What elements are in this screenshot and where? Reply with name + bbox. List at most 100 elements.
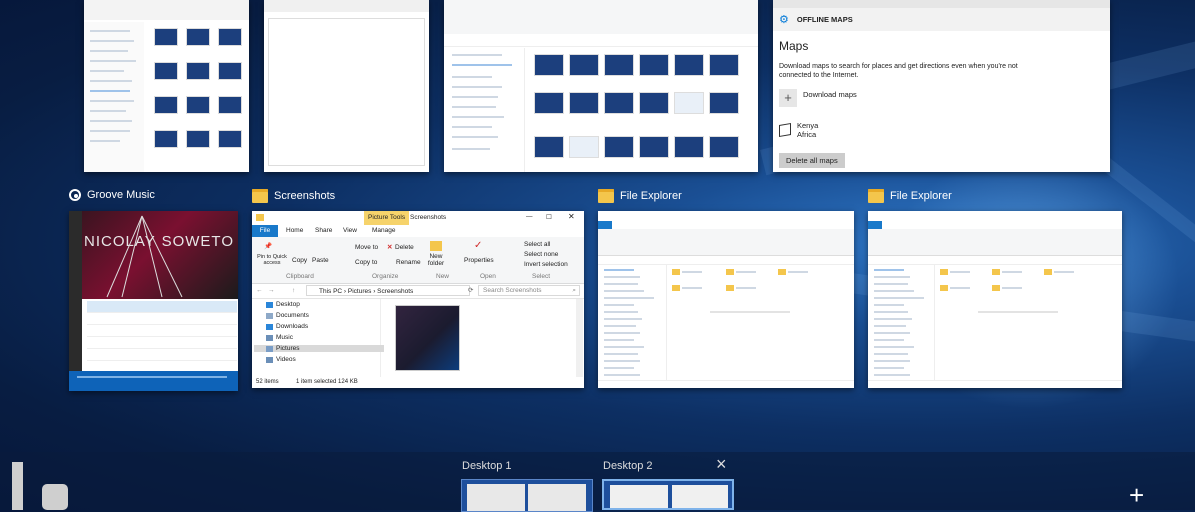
window-thumbnail-groove-music[interactable]: NICOLAY SOWETO bbox=[69, 211, 238, 391]
delete-button[interactable]: Delete bbox=[395, 244, 414, 251]
select-all-button[interactable]: Select all bbox=[524, 241, 550, 248]
nav-label: Videos bbox=[276, 356, 296, 363]
tab-share[interactable]: Share bbox=[315, 227, 332, 234]
list-item[interactable] bbox=[87, 337, 237, 349]
map-icon bbox=[779, 122, 791, 138]
nav-item-videos[interactable]: Videos bbox=[266, 356, 296, 363]
rename-button[interactable]: Rename bbox=[396, 259, 421, 266]
properties-button[interactable]: Properties bbox=[464, 257, 494, 264]
desktops-bar: Desktop 1 Desktop 2 × + bbox=[0, 452, 1195, 512]
file-explorer-icon bbox=[868, 189, 884, 203]
download-maps-button[interactable]: + Download maps bbox=[779, 89, 857, 107]
offline-map-item[interactable]: Kenya Africa bbox=[779, 121, 818, 139]
nav-label: Documents bbox=[276, 312, 309, 319]
group-select: Select bbox=[532, 273, 551, 280]
tab-home[interactable]: Home bbox=[286, 227, 303, 234]
minimize-icon[interactable]: — bbox=[526, 213, 533, 220]
breadcrumb-screenshots[interactable]: Screenshots bbox=[377, 288, 413, 295]
group-open: Open bbox=[480, 273, 496, 280]
invert-selection-button[interactable]: Invert selection bbox=[524, 261, 568, 268]
plus-icon: + bbox=[779, 89, 797, 107]
status-item-count: 52 items bbox=[256, 379, 279, 385]
desktop-2-thumbnail[interactable] bbox=[602, 479, 734, 510]
tab-file[interactable]: File bbox=[252, 225, 278, 237]
tab-view[interactable]: View bbox=[343, 227, 357, 234]
maps-content: Maps Download maps to search for places … bbox=[773, 31, 1110, 172]
search-input[interactable]: Search Screenshots ⌕ bbox=[478, 285, 580, 296]
pin-button[interactable]: Pin to Quick access bbox=[255, 254, 289, 266]
close-icon[interactable]: ✕ bbox=[568, 212, 575, 221]
address-bar: ← → ↑ This PC › Pictures › Screenshots ⟳… bbox=[252, 284, 584, 299]
window-title: Screenshots bbox=[274, 190, 336, 202]
add-desktop-icon[interactable]: + bbox=[1129, 482, 1144, 508]
new-folder-button[interactable]: New folder bbox=[426, 253, 446, 267]
nav-item-music[interactable]: Music bbox=[266, 334, 293, 341]
folder-icon bbox=[252, 189, 268, 203]
paste-button[interactable]: Paste bbox=[312, 257, 329, 264]
maps-title: Maps bbox=[779, 39, 809, 53]
menu-bar bbox=[264, 0, 429, 12]
nav-label: Desktop bbox=[276, 301, 300, 308]
window-label: Screenshots bbox=[410, 214, 447, 221]
maps-description: Download maps to search for places and g… bbox=[779, 63, 1018, 79]
nav-item-documents[interactable]: Documents bbox=[266, 312, 309, 319]
ribbon: 📌 Pin to Quick access Copy Paste Move to… bbox=[252, 237, 584, 284]
folder-icon bbox=[256, 214, 264, 221]
up-icon[interactable]: ↑ bbox=[292, 287, 295, 294]
window-thumbnail-explorer-blog-images[interactable] bbox=[444, 0, 758, 172]
watermark-logo bbox=[12, 462, 70, 510]
window-thumbnail-file-explorer-2[interactable] bbox=[868, 211, 1122, 388]
settings-header: ⚙ OFFLINE MAPS bbox=[779, 13, 853, 26]
list-item[interactable] bbox=[87, 349, 237, 361]
window-thumbnail-settings-maps[interactable]: ⚙ OFFLINE MAPS Maps Download maps to sea… bbox=[773, 0, 1110, 172]
address-bar bbox=[444, 36, 758, 47]
refresh-icon[interactable]: ⟳ bbox=[468, 286, 473, 294]
window-thumbnail-screenshots[interactable]: Picture Tools Screenshots — ☐ ✕ File Hom… bbox=[252, 211, 584, 388]
desktop-1-label[interactable]: Desktop 1 bbox=[462, 460, 512, 472]
list-item[interactable] bbox=[87, 325, 237, 337]
window-thumbnail-paint[interactable] bbox=[264, 0, 429, 172]
window-caption-groove: Groove Music bbox=[69, 189, 155, 201]
window-title: File Explorer bbox=[890, 190, 952, 202]
delete-all-maps-button[interactable]: Delete all maps bbox=[779, 153, 845, 168]
breadcrumb-this-pc[interactable]: This PC bbox=[319, 288, 342, 295]
list-item[interactable] bbox=[87, 301, 237, 313]
file-explorer-icon bbox=[598, 189, 614, 203]
title-bar: Picture Tools Screenshots — ☐ ✕ bbox=[252, 211, 584, 225]
file-thumbnail[interactable] bbox=[395, 305, 460, 371]
desktop-1-thumbnail[interactable] bbox=[461, 479, 593, 512]
nav-item-pictures[interactable]: Pictures bbox=[254, 345, 384, 352]
list-item[interactable] bbox=[87, 313, 237, 325]
group-new: New bbox=[436, 273, 450, 280]
navigation-pane bbox=[868, 265, 935, 380]
properties-icon: ✓ bbox=[474, 240, 483, 251]
map-region: Kenya bbox=[797, 121, 819, 130]
album-art: NICOLAY SOWETO bbox=[82, 211, 238, 299]
desktop-2-label[interactable]: Desktop 2 bbox=[603, 460, 653, 472]
copy-button[interactable]: Copy bbox=[292, 257, 307, 264]
maximize-icon[interactable]: ☐ bbox=[546, 213, 552, 221]
new-folder-icon bbox=[430, 241, 442, 251]
close-desktop-icon[interactable]: × bbox=[716, 454, 727, 475]
nav-item-desktop[interactable]: Desktop bbox=[266, 301, 300, 308]
scrollbar[interactable] bbox=[576, 299, 583, 377]
breadcrumb-pictures[interactable]: Pictures bbox=[348, 288, 371, 295]
group-clipboard: Clipboard bbox=[286, 273, 314, 280]
select-none-button[interactable]: Select none bbox=[524, 251, 558, 258]
window-caption-explorer-2: File Explorer bbox=[868, 189, 952, 203]
status-bar: 52 items 1 item selected 124 KB bbox=[252, 378, 584, 388]
back-icon[interactable]: ← bbox=[256, 287, 263, 294]
copy-to-button[interactable]: Copy to bbox=[355, 259, 377, 266]
search-icon: ⌕ bbox=[572, 287, 576, 294]
context-tab: Picture Tools bbox=[364, 211, 410, 225]
tab-manage[interactable]: Manage bbox=[372, 227, 396, 234]
navigation-pane bbox=[598, 265, 667, 380]
move-to-button[interactable]: Move to bbox=[355, 244, 378, 251]
forward-icon[interactable]: → bbox=[268, 287, 275, 294]
window-caption-screenshots: Screenshots bbox=[252, 189, 335, 203]
window-thumbnail-explorer-top-1[interactable] bbox=[84, 0, 249, 172]
player-bar[interactable] bbox=[69, 371, 238, 391]
window-title: File Explorer bbox=[620, 190, 682, 202]
window-thumbnail-file-explorer-1[interactable] bbox=[598, 211, 854, 388]
nav-item-downloads[interactable]: Downloads bbox=[266, 323, 308, 330]
